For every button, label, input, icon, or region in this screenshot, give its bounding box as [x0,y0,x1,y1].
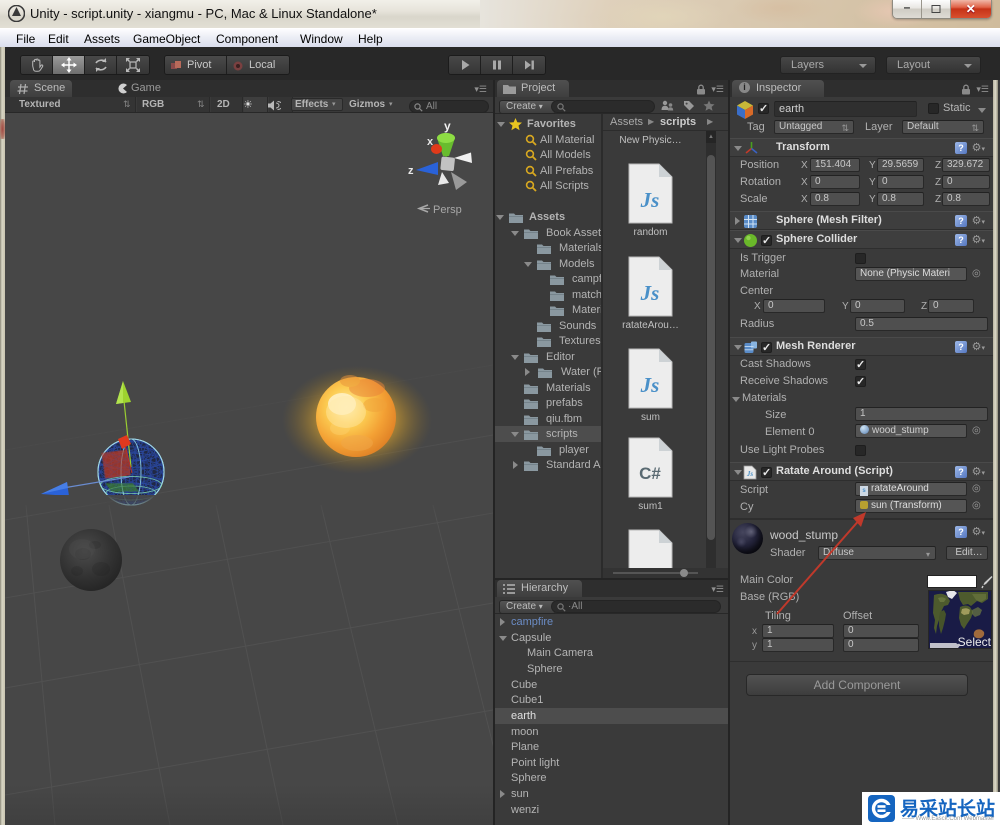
svg-text:z: z [408,165,414,177]
svg-text:Select: Select [958,635,992,649]
svg-text:Persp: Persp [433,204,462,216]
svg-text:y: y [444,119,451,133]
svg-text:x: x [427,136,434,148]
svg-text:Js: Js [640,281,660,305]
svg-text:Js: Js [746,470,754,478]
svg-text:C#: C# [639,464,661,483]
svg-text:Js: Js [640,373,660,397]
svg-text:Js: Js [640,188,660,212]
